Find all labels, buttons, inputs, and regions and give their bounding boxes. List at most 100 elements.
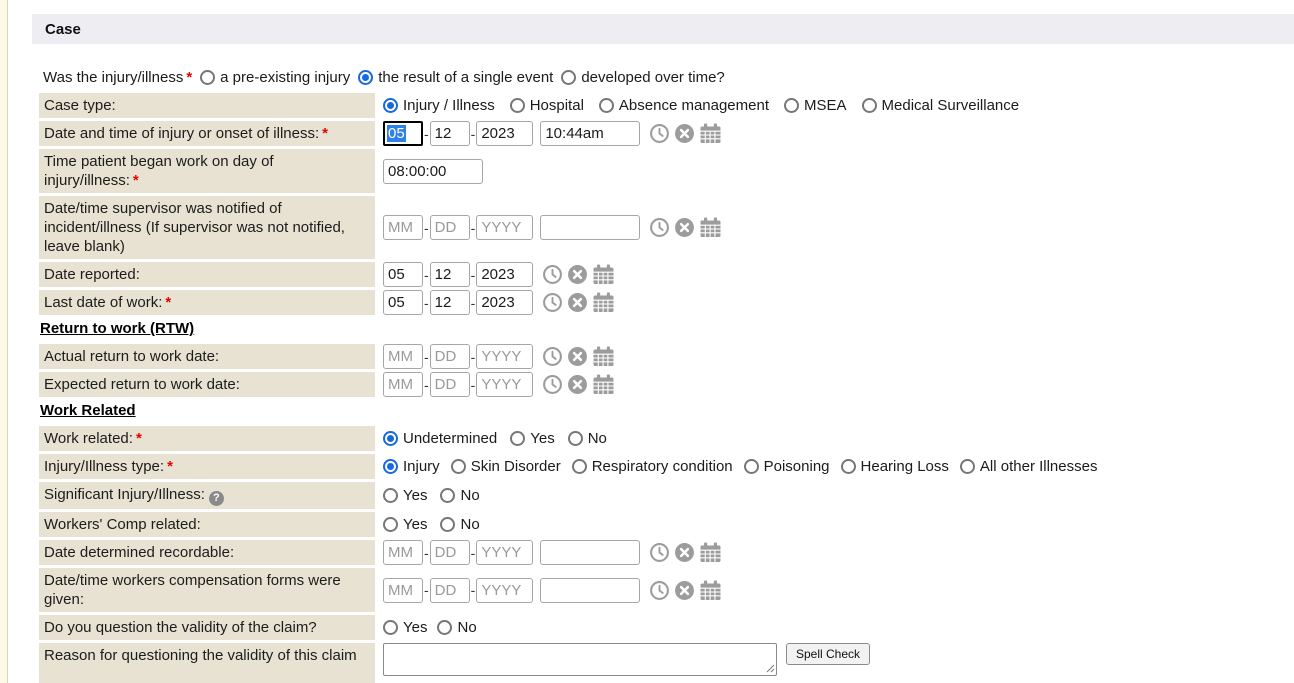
clock-icon[interactable] <box>542 264 563 285</box>
radio-icon[interactable] <box>358 70 373 85</box>
radio-option-no[interactable]: No <box>437 619 476 636</box>
clear-icon[interactable] <box>567 264 588 285</box>
year-input[interactable] <box>476 290 533 315</box>
radio-option-yes[interactable]: Yes <box>383 516 427 533</box>
radio-option-skin-disorder[interactable]: Skin Disorder <box>451 458 561 475</box>
radio-icon[interactable] <box>383 98 398 113</box>
day-input[interactable] <box>430 262 470 287</box>
radio-icon[interactable] <box>383 488 398 503</box>
clear-icon[interactable] <box>674 580 695 601</box>
time-input[interactable] <box>540 540 640 565</box>
help-icon[interactable]: ? <box>209 491 224 506</box>
clock-icon[interactable] <box>649 123 670 144</box>
radio-icon[interactable] <box>451 459 466 474</box>
radio-icon[interactable] <box>440 517 455 532</box>
radio-option-poisoning[interactable]: Poisoning <box>744 458 830 475</box>
radio-option-pre-existing[interactable]: a pre-existing injury <box>200 69 350 86</box>
radio-option-no[interactable]: No <box>440 516 479 533</box>
radio-option-msea[interactable]: MSEA <box>784 97 847 114</box>
radio-icon[interactable] <box>561 70 576 85</box>
radio-option-no[interactable]: No <box>568 430 607 447</box>
radio-option-injury-illness[interactable]: Injury / Illness <box>383 97 495 114</box>
radio-icon[interactable] <box>383 459 398 474</box>
radio-option-yes[interactable]: Yes <box>383 487 427 504</box>
clock-icon[interactable] <box>542 292 563 313</box>
radio-option-respiratory-condition[interactable]: Respiratory condition <box>572 458 733 475</box>
radio-icon[interactable] <box>440 488 455 503</box>
calendar-icon[interactable] <box>592 264 615 285</box>
radio-option-undetermined[interactable]: Undetermined <box>383 430 497 447</box>
radio-option-hospital[interactable]: Hospital <box>510 97 584 114</box>
clear-icon[interactable] <box>674 217 695 238</box>
radio-icon[interactable] <box>784 98 799 113</box>
radio-option-all-other-illnesses[interactable]: All other Illnesses <box>960 458 1098 475</box>
month-input[interactable] <box>383 215 423 240</box>
calendar-icon[interactable] <box>699 217 722 238</box>
radio-icon[interactable] <box>841 459 856 474</box>
month-input-focused[interactable]: 05 <box>383 121 423 146</box>
radio-icon[interactable] <box>383 431 398 446</box>
radio-icon[interactable] <box>572 459 587 474</box>
reason-textarea[interactable] <box>383 643 777 676</box>
day-input[interactable] <box>430 372 470 397</box>
year-input[interactable] <box>476 344 533 369</box>
radio-icon[interactable] <box>383 517 398 532</box>
radio-option-yes[interactable]: Yes <box>383 619 427 636</box>
time-input[interactable] <box>540 578 640 603</box>
year-input[interactable] <box>476 121 533 146</box>
radio-option-developed-over-time[interactable]: developed over time? <box>561 69 724 86</box>
radio-option-absence-management[interactable]: Absence management <box>599 97 769 114</box>
year-input[interactable] <box>476 262 533 287</box>
calendar-icon[interactable] <box>699 542 722 563</box>
time-input[interactable] <box>540 215 640 240</box>
radio-icon[interactable] <box>510 98 525 113</box>
month-input[interactable] <box>383 578 423 603</box>
day-input[interactable] <box>430 121 470 146</box>
time-input[interactable] <box>540 121 640 146</box>
radio-option-no[interactable]: No <box>440 487 479 504</box>
radio-option-medical-surveillance[interactable]: Medical Surveillance <box>862 97 1020 114</box>
calendar-icon[interactable] <box>592 346 615 367</box>
day-input[interactable] <box>430 540 470 565</box>
clock-icon[interactable] <box>649 217 670 238</box>
radio-icon[interactable] <box>383 620 398 635</box>
clock-icon[interactable] <box>542 374 563 395</box>
radio-icon[interactable] <box>510 431 525 446</box>
radio-option-single-event[interactable]: the result of a single event <box>358 69 553 86</box>
radio-icon[interactable] <box>862 98 877 113</box>
radio-option-hearing-loss[interactable]: Hearing Loss <box>841 458 949 475</box>
clock-icon[interactable] <box>649 542 670 563</box>
year-input[interactable] <box>476 215 533 240</box>
day-input[interactable] <box>430 215 470 240</box>
clear-icon[interactable] <box>567 292 588 313</box>
radio-icon[interactable] <box>599 98 614 113</box>
radio-icon[interactable] <box>960 459 975 474</box>
radio-icon[interactable] <box>744 459 759 474</box>
calendar-icon[interactable] <box>592 374 615 395</box>
day-input[interactable] <box>430 290 470 315</box>
day-input[interactable] <box>430 344 470 369</box>
spell-check-button[interactable]: Spell Check <box>786 643 870 665</box>
clock-icon[interactable] <box>542 346 563 367</box>
calendar-icon[interactable] <box>699 580 722 601</box>
began-work-time-input[interactable] <box>383 159 483 184</box>
month-input[interactable] <box>383 344 423 369</box>
radio-icon[interactable] <box>200 70 215 85</box>
radio-option-injury[interactable]: Injury <box>383 458 440 475</box>
year-input[interactable] <box>476 540 533 565</box>
year-input[interactable] <box>476 372 533 397</box>
month-input[interactable] <box>383 540 423 565</box>
month-input[interactable] <box>383 262 423 287</box>
clock-icon[interactable] <box>649 580 670 601</box>
calendar-icon[interactable] <box>592 292 615 313</box>
radio-icon[interactable] <box>568 431 583 446</box>
month-input[interactable] <box>383 372 423 397</box>
clear-icon[interactable] <box>567 374 588 395</box>
clear-icon[interactable] <box>567 346 588 367</box>
calendar-icon[interactable] <box>699 123 722 144</box>
clear-icon[interactable] <box>674 123 695 144</box>
month-input[interactable] <box>383 290 423 315</box>
clear-icon[interactable] <box>674 542 695 563</box>
year-input[interactable] <box>476 578 533 603</box>
radio-option-yes[interactable]: Yes <box>510 430 554 447</box>
